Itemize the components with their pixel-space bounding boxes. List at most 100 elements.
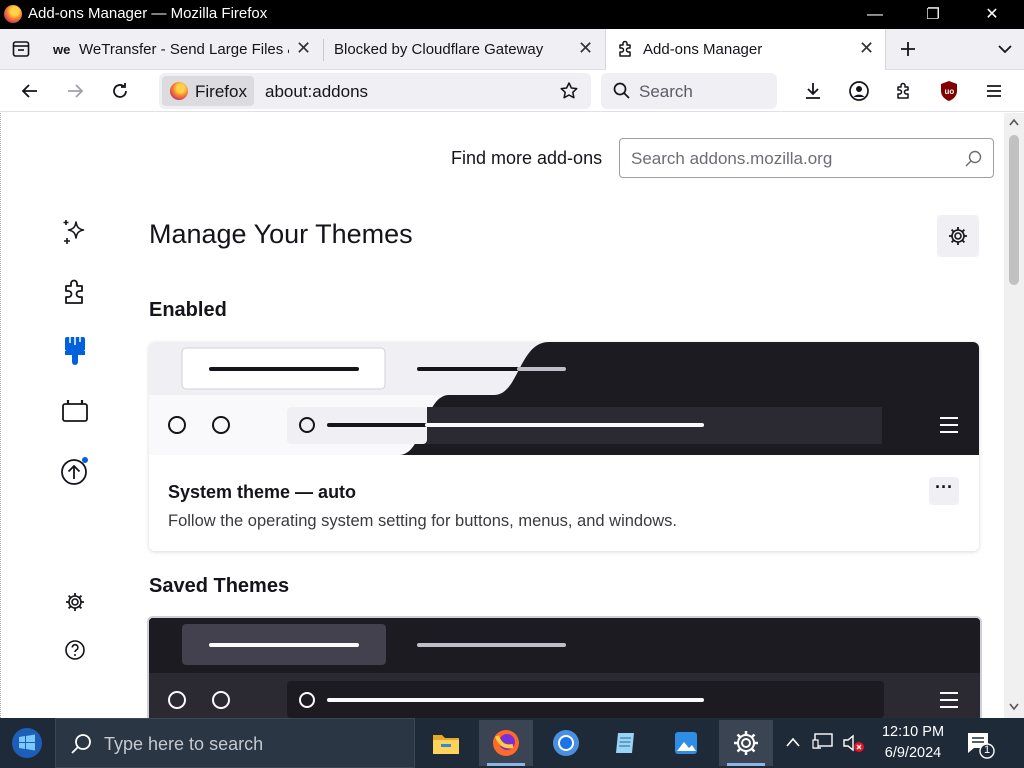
taskbar-photos[interactable] [659,720,713,766]
reload-icon [113,83,127,98]
list-all-tabs-button[interactable] [990,34,1020,64]
notification-center-button[interactable]: 1 [962,728,996,760]
taskbar-notepad[interactable] [599,720,653,766]
app-menu-button[interactable] [979,76,1009,106]
amo-search-input[interactable]: Search addons.mozilla.org [619,138,994,178]
search-icon [613,82,630,99]
taskbar-search-placeholder: Type here to search [104,734,264,754]
photos-icon [675,732,697,754]
hamburger-menu-icon [987,85,1001,97]
reload-button[interactable] [105,76,135,106]
close-tab-icon[interactable]: ✕ [296,38,311,59]
taskbar-chrome[interactable] [539,720,593,766]
search-icon [71,734,91,754]
taskbar-settings[interactable] [719,720,773,766]
category-available-updates[interactable] [59,455,91,487]
update-arrow-icon [61,457,88,485]
taskbar-clock[interactable]: 12:10 PM 6/9/2024 [868,722,958,764]
firefox-view-icon [12,41,30,57]
account-icon [849,81,869,101]
close-tab-icon[interactable]: ✕ [859,38,874,59]
tab-wetransfer[interactable]: we WeTransfer - Send Large Files & ✕ [44,29,322,70]
theme-preview-image [149,342,979,455]
notification-count: 1 [984,744,991,756]
chevron-up-icon[interactable] [785,735,801,749]
clock-date: 6/9/2024 [884,745,942,761]
volume-muted-icon[interactable] [842,732,866,754]
forward-button[interactable] [60,76,90,106]
theme-card-dark[interactable] [147,616,982,718]
sparkles-icon [63,220,85,244]
ublock-shield-icon: uo [941,81,957,101]
forward-arrow-icon [68,84,84,98]
ublock-origin-button[interactable]: uo [934,76,964,106]
downloads-button[interactable] [798,76,828,106]
network-icon[interactable] [812,732,834,752]
restore-button[interactable]: ❐ [910,0,956,29]
tab-addons-manager[interactable]: Add-ons Manager ✕ [605,29,886,70]
gear-icon [66,593,84,611]
scrollbar-thumb[interactable] [1009,135,1019,285]
search-placeholder: Search [639,82,693,101]
category-plugins[interactable] [59,395,91,427]
search-icon [965,150,982,167]
puzzle-piece-icon [897,82,909,99]
identity-box[interactable]: Firefox [162,76,254,106]
paintbrush-icon [65,337,85,365]
chevron-down-icon [998,45,1012,54]
tab-cloudflare[interactable]: Blocked by Cloudflare Gateway ✕ [324,29,604,70]
account-button[interactable] [844,76,874,106]
theme-card-system-auto[interactable]: System theme — auto Follow the operating… [149,342,979,551]
window-title: Add-ons Manager — Mozilla Firefox [28,5,268,22]
more-options-button[interactable]: ··· [929,477,959,505]
new-tab-button[interactable] [893,34,923,64]
close-window-button[interactable]: ✕ [969,0,1015,29]
addons-options-link[interactable] [59,586,91,618]
enabled-section-heading: Enabled [149,299,227,321]
url-bar[interactable]: Firefox about:addons [159,73,591,109]
extensions-button[interactable] [889,76,919,106]
clock-time: 12:10 PM [881,724,945,740]
tools-for-addons-button[interactable] [937,215,979,257]
firefox-logo-icon [493,730,519,756]
svg-text:uo: uo [945,87,955,96]
notification-icon [968,733,995,759]
back-button[interactable] [15,76,45,106]
chrome-logo-icon [553,730,579,756]
theme-preview-image [149,618,980,718]
scroll-up-arrow-icon[interactable] [1009,118,1019,126]
tab-label: Add-ons Manager [643,41,763,58]
plus-icon [901,42,915,56]
page-scrollbar[interactable] [1004,113,1024,718]
saved-themes-heading: Saved Themes [149,575,290,597]
taskbar-search-box[interactable]: Type here to search [55,718,415,768]
start-button[interactable] [0,720,54,766]
bookmark-star-button[interactable] [554,76,584,106]
web-search-box[interactable]: Search [601,73,777,109]
theme-name: System theme — auto [168,482,357,502]
firefox-view-button[interactable] [6,34,36,64]
download-icon [806,83,820,99]
category-extensions[interactable] [59,276,91,308]
scroll-down-arrow-icon[interactable] [1009,703,1019,711]
close-tab-icon[interactable]: ✕ [578,38,593,59]
addons-page: Find more add-ons Search addons.mozilla.… [0,113,1004,718]
taskbar-file-explorer[interactable] [419,720,473,766]
firefox-logo-icon [4,5,22,23]
theme-description: Follow the operating system setting for … [168,512,678,530]
firefox-logo-icon [170,82,188,100]
windows-start-icon [12,728,42,758]
page-title: Manage Your Themes [149,219,413,249]
taskbar-firefox[interactable] [479,720,533,766]
svg-text:we: we [53,43,70,55]
category-recommendations[interactable] [59,216,91,248]
url-text[interactable]: about:addons [265,82,368,102]
addons-support-link[interactable] [59,634,91,666]
tab-label: WeTransfer - Send Large Files & [79,41,289,58]
star-icon [560,82,578,99]
minimize-button[interactable]: — [852,0,898,29]
tab-strip: we WeTransfer - Send Large Files & ✕ Blo… [0,29,1024,70]
category-themes[interactable] [59,335,91,367]
windows-taskbar: Type here to search 12:10 PM 6/9/2024 1 [0,718,1024,768]
identity-label: Firefox [195,82,247,101]
